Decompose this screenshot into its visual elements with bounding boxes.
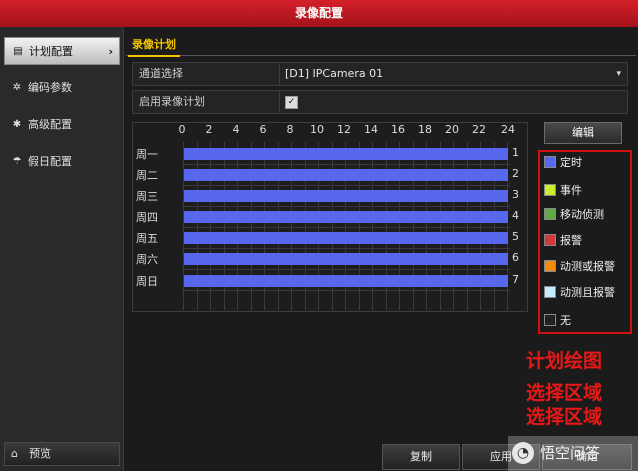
divider	[279, 63, 280, 85]
legend-label: 定时	[560, 156, 582, 169]
schedule-bar-fri[interactable]	[184, 232, 508, 244]
schedule-bar-mon[interactable]	[184, 148, 508, 160]
hour-label: 16	[391, 123, 405, 136]
watermark: ◔ 悟空问答	[508, 436, 638, 471]
sidebar-item-label: 计划配置	[29, 45, 73, 58]
annotation-text: 选择区域	[526, 382, 603, 404]
row-number: 6	[512, 251, 519, 264]
grid-line	[182, 269, 510, 270]
row-number: 5	[512, 230, 519, 243]
schedule-bar-wed[interactable]	[184, 190, 508, 202]
row-number: 1	[512, 146, 519, 159]
hour-label: 20	[445, 123, 459, 136]
preview-label: 预览	[29, 447, 51, 460]
sidebar: ▤ 计划配置 › ✲ 编码参数 ✱ 高级配置 ☂ 假日配置	[0, 27, 124, 471]
sidebar-item-encoding[interactable]: ✲ 编码参数	[4, 74, 120, 102]
row-number: 2	[512, 167, 519, 180]
home-icon: ⌂	[11, 447, 18, 460]
enable-row: 启用录像计划 ✓	[132, 90, 628, 114]
day-label: 周六	[136, 253, 158, 266]
chat-icon: ◔	[512, 442, 534, 464]
legend-label: 动测且报警	[560, 286, 615, 299]
sidebar-item-schedule[interactable]: ▤ 计划配置 ›	[4, 37, 120, 65]
enable-label: 启用录像计划	[139, 95, 205, 108]
row-number: 4	[512, 209, 519, 222]
legend-label: 移动侦测	[560, 208, 604, 221]
channel-row: 通道选择 [D1] IPCamera 01 ▾	[132, 62, 628, 86]
schedule-bar-tue[interactable]	[184, 169, 508, 181]
window-title: 录像配置	[0, 0, 638, 27]
day-label: 周五	[136, 232, 158, 245]
grid-line	[182, 248, 510, 249]
day-label: 周三	[136, 190, 158, 203]
schedule-bar-sun[interactable]	[184, 275, 508, 287]
tab-record-schedule[interactable]: 录像计划	[128, 37, 180, 57]
grid-line	[182, 164, 510, 165]
legend-label: 事件	[560, 184, 582, 197]
holiday-icon: ☂	[12, 156, 22, 167]
hour-label: 18	[418, 123, 432, 136]
legend-swatch	[544, 208, 556, 220]
sidebar-item-holiday[interactable]: ☂ 假日配置	[4, 148, 120, 176]
edit-button[interactable]: 编辑	[544, 122, 622, 144]
legend-swatch	[544, 314, 556, 326]
hour-label: 24	[501, 123, 515, 136]
chevron-down-icon[interactable]: ▾	[616, 63, 621, 85]
copy-button[interactable]: 复制	[382, 444, 460, 470]
hour-label: 0	[178, 123, 186, 136]
preview-button[interactable]: ⌂ 预览	[4, 442, 120, 466]
hour-label: 10	[310, 123, 324, 136]
channel-select[interactable]: [D1] IPCamera 01	[285, 63, 383, 85]
sidebar-item-advanced[interactable]: ✱ 高级配置	[4, 111, 120, 139]
annotation-text: 计划绘图	[526, 350, 603, 372]
legend-label: 动测或报警	[560, 260, 615, 273]
annotation-text: 选择区域	[526, 406, 603, 428]
grid-line	[182, 185, 510, 186]
legend-swatch	[544, 184, 556, 196]
sidebar-item-label: 假日配置	[28, 155, 72, 168]
legend-label: 无	[560, 314, 571, 327]
day-label: 周二	[136, 169, 158, 182]
channel-label: 通道选择	[139, 67, 183, 80]
grid-line	[182, 290, 510, 291]
hour-label: 8	[286, 123, 294, 136]
row-number: 3	[512, 188, 519, 201]
day-label: 周一	[136, 148, 158, 161]
tab-bar: 录像计划	[126, 37, 636, 57]
hour-label: 4	[232, 123, 240, 136]
legend-swatch	[544, 260, 556, 272]
hour-label: 22	[472, 123, 486, 136]
row-number: 7	[512, 273, 519, 286]
watermark-text: 悟空问答	[540, 444, 601, 462]
day-label: 周四	[136, 211, 158, 224]
divider	[279, 91, 280, 113]
grid-line	[182, 206, 510, 207]
grid-line	[182, 227, 510, 228]
hour-label: 12	[337, 123, 351, 136]
settings-icon: ✱	[12, 119, 22, 130]
enable-checkbox[interactable]: ✓	[285, 96, 298, 109]
legend-label: 报警	[560, 234, 582, 247]
hour-label: 14	[364, 123, 378, 136]
chevron-right-icon: ›	[108, 45, 113, 58]
legend-swatch	[544, 156, 556, 168]
schedule-bar-sat[interactable]	[184, 253, 508, 265]
hour-label: 6	[259, 123, 267, 136]
sidebar-item-label: 高级配置	[28, 118, 72, 131]
legend-swatch	[544, 286, 556, 298]
gear-icon: ✲	[12, 82, 22, 93]
sidebar-item-label: 编码参数	[28, 81, 72, 94]
legend-swatch	[544, 234, 556, 246]
day-label: 周日	[136, 275, 158, 288]
hour-label: 2	[205, 123, 213, 136]
schedule-bar-thu[interactable]	[184, 211, 508, 223]
document-icon: ▤	[13, 46, 23, 57]
